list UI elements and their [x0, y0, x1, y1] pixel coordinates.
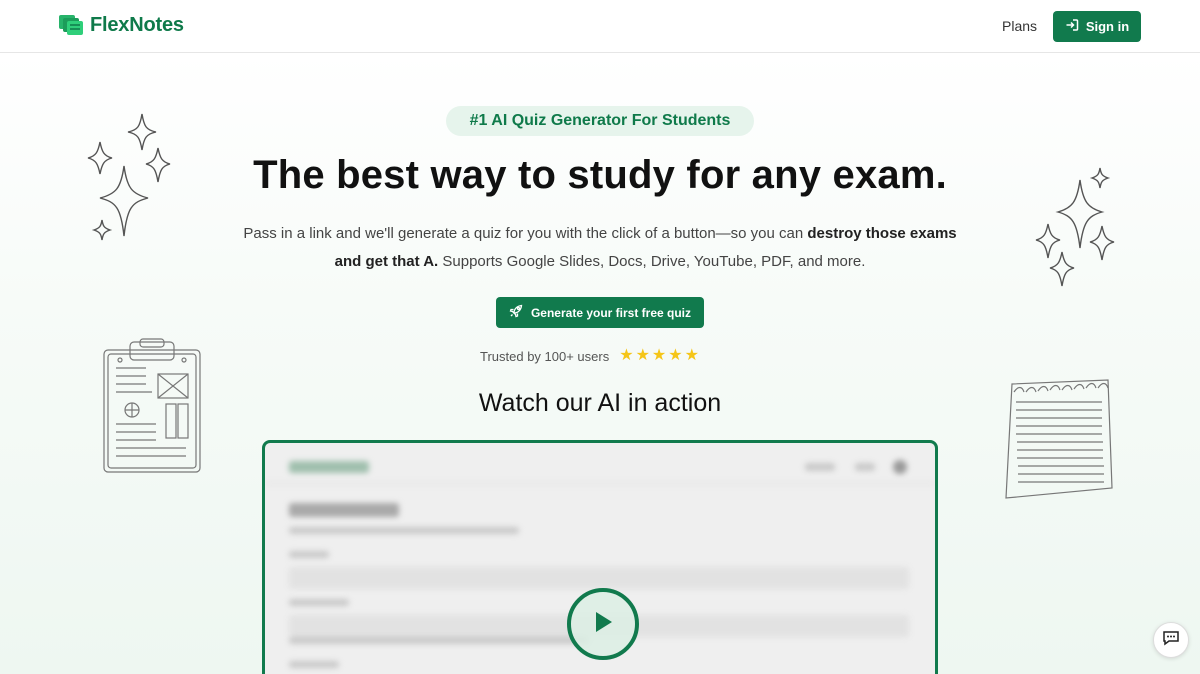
- generate-quiz-button[interactable]: Generate your first free quiz: [496, 297, 704, 328]
- logo-text: FlexNotes: [90, 13, 184, 36]
- clipboard-doodle-icon: [103, 338, 201, 473]
- sign-in-icon: [1065, 18, 1079, 35]
- trusted-row: Trusted by 100+ users ★ ★ ★ ★ ★: [480, 346, 720, 366]
- nav-plans-link[interactable]: Plans: [1002, 18, 1037, 34]
- hero-headline: The best way to study for any exam.: [253, 153, 947, 197]
- star-icon: ★: [684, 347, 699, 364]
- demo-video[interactable]: [262, 440, 938, 674]
- stacked-notes-icon: [58, 13, 84, 37]
- notepad-doodle-icon: [1005, 379, 1113, 499]
- sparkles-right-icon: [1035, 167, 1115, 287]
- hero-subtext: Pass in a link and we'll generate a quiz…: [240, 220, 960, 276]
- logo[interactable]: FlexNotes: [58, 13, 184, 37]
- star-icon: ★: [635, 347, 650, 364]
- star-icon: ★: [668, 347, 683, 364]
- rocket-icon: [509, 304, 523, 321]
- generate-quiz-label: Generate your first free quiz: [530, 305, 692, 320]
- sign-in-label: Sign in: [1085, 19, 1130, 34]
- chat-icon: [1162, 629, 1180, 652]
- rating-stars: ★ ★ ★ ★ ★: [619, 348, 699, 364]
- star-icon: ★: [651, 347, 667, 364]
- hero-badge: #1 AI Quiz Generator For Students: [446, 106, 754, 136]
- sign-in-button[interactable]: Sign in: [1053, 11, 1141, 42]
- watch-title: Watch our AI in action: [478, 389, 722, 417]
- trusted-text: Trusted by 100+ users: [480, 348, 610, 364]
- star-icon: ★: [619, 347, 634, 364]
- play-button[interactable]: [567, 588, 639, 660]
- top-nav: FlexNotes Plans Sign in: [0, 0, 1200, 53]
- play-icon: [592, 610, 614, 639]
- sparkles-left-icon: [87, 113, 171, 241]
- subtext-part2: Supports Google Slides, Docs, Drive, You…: [438, 253, 866, 270]
- subtext-part1: Pass in a link and we'll generate a quiz…: [243, 225, 808, 242]
- chat-widget-button[interactable]: [1153, 622, 1189, 658]
